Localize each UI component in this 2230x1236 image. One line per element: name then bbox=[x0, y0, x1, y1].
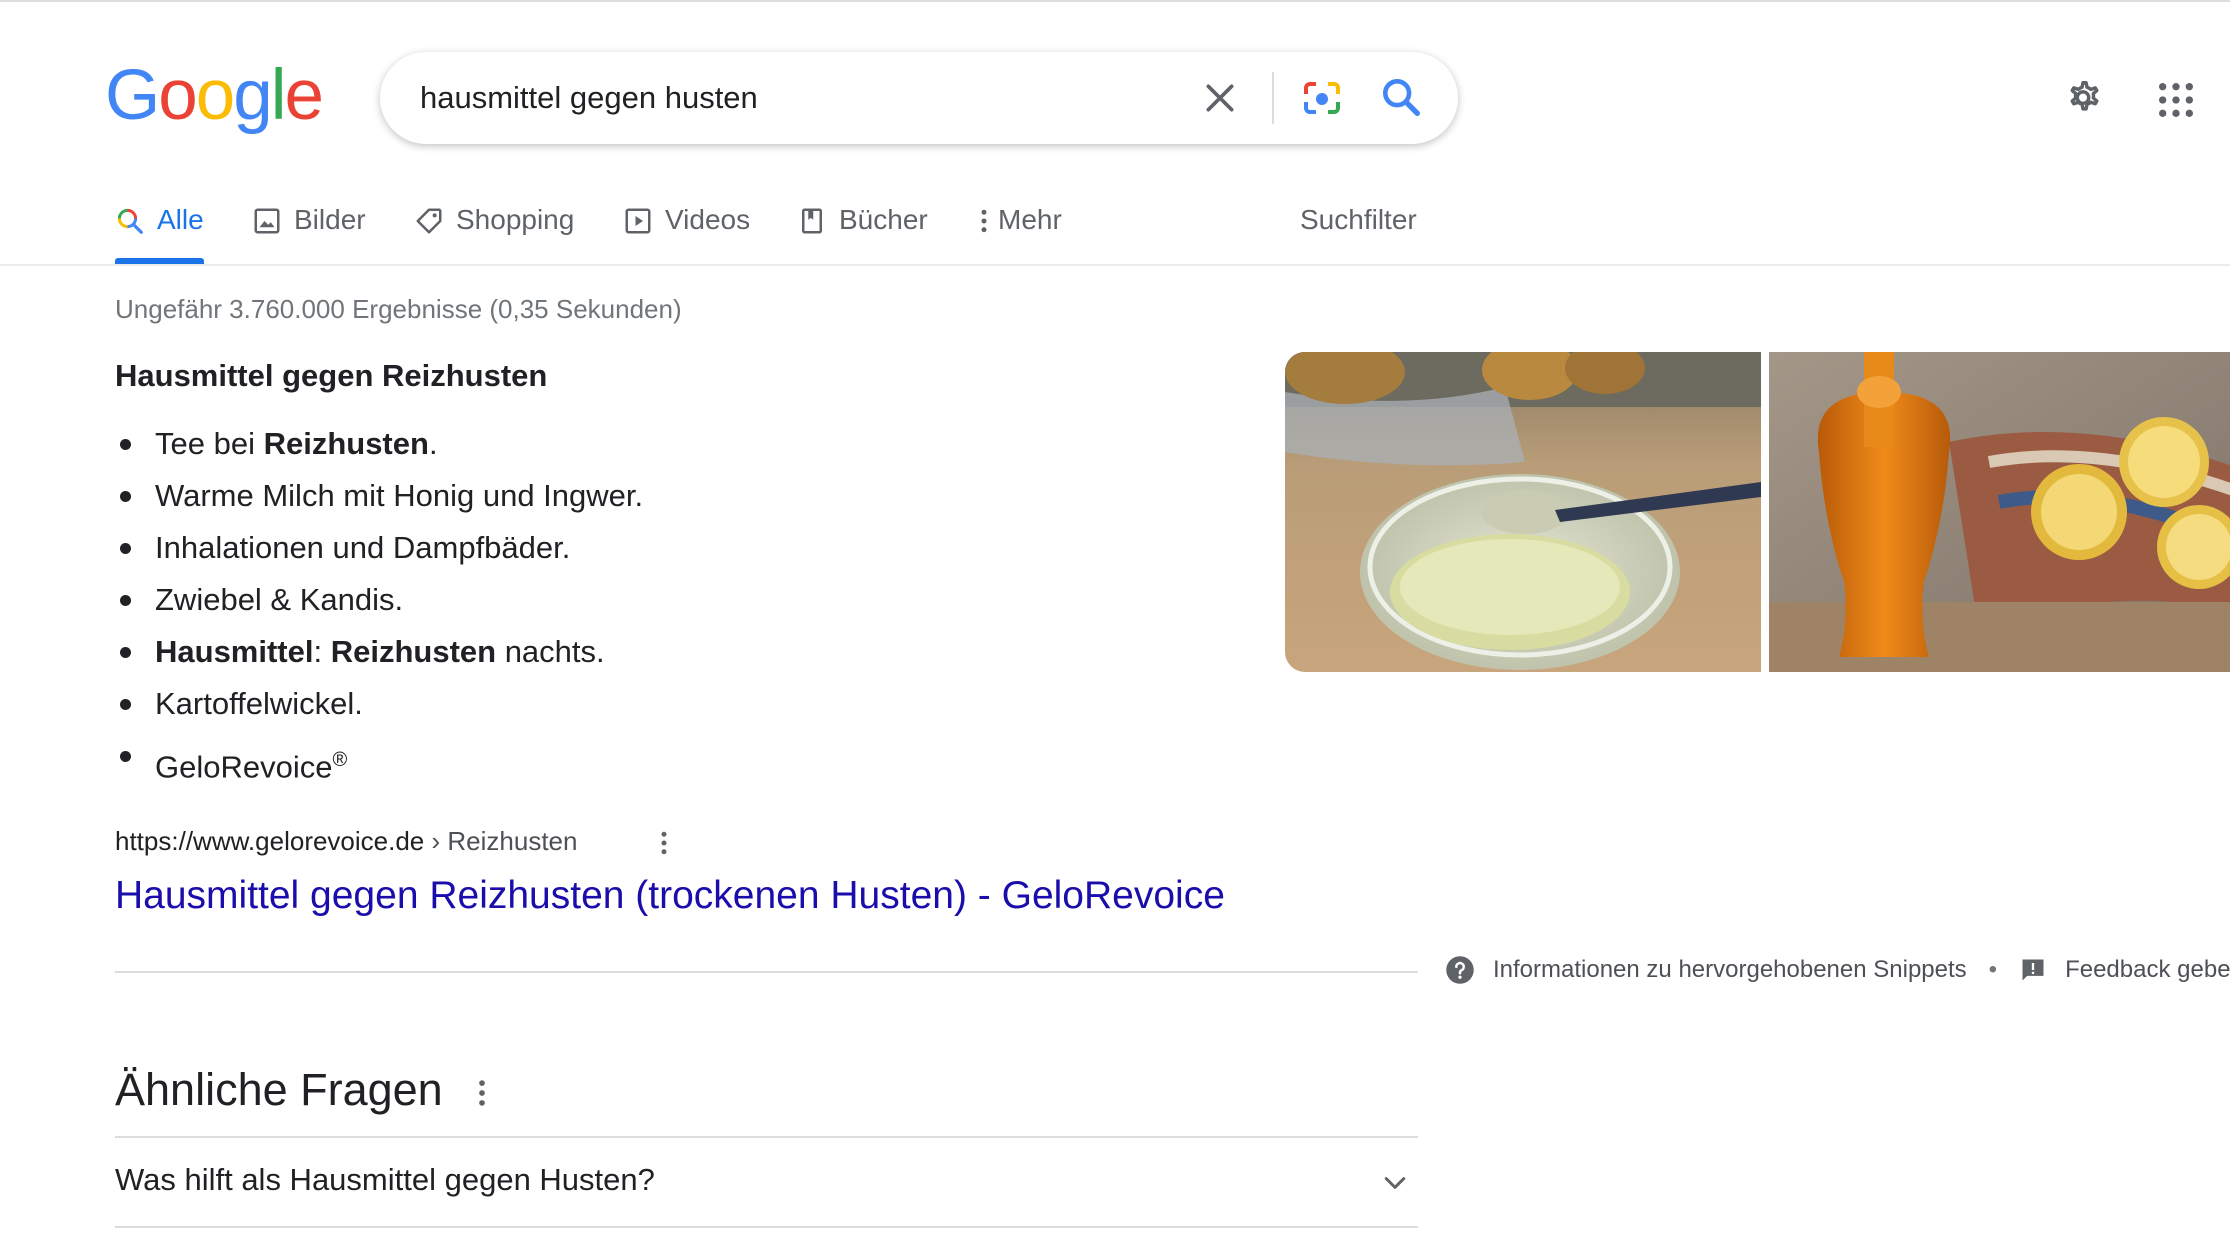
list-item: GeloRevoice® bbox=[115, 730, 643, 790]
tag-icon bbox=[416, 208, 442, 234]
question-divider bbox=[115, 1136, 1418, 1138]
list-item-bold: Reizhusten bbox=[263, 426, 429, 461]
result-url[interactable]: https://www.gelorevoice.de › Reizhusten bbox=[115, 826, 577, 857]
tab-all[interactable]: Alle bbox=[115, 204, 204, 262]
clear-search-button[interactable] bbox=[1200, 78, 1240, 118]
close-icon bbox=[1206, 84, 1234, 112]
play-icon bbox=[625, 208, 651, 234]
list-item-text: Kartoffelwickel. bbox=[155, 686, 363, 721]
list-item-bold: Reizhusten bbox=[330, 634, 497, 669]
list-item: Zwiebel & Kandis. bbox=[115, 574, 643, 626]
snippet-image-honey-tea[interactable] bbox=[1769, 352, 2230, 672]
snippet-image-onion-bowl[interactable] bbox=[1285, 352, 1761, 672]
search-divider bbox=[1272, 72, 1274, 124]
list-item-text: : bbox=[313, 634, 331, 669]
search-input[interactable] bbox=[420, 74, 1140, 122]
footer-separator: • bbox=[1988, 956, 1998, 983]
result-options-button[interactable] bbox=[652, 828, 676, 858]
logo-letter: o bbox=[195, 56, 235, 135]
lens-search-button[interactable] bbox=[1298, 74, 1346, 122]
google-logo[interactable]: Google bbox=[105, 56, 324, 135]
logo-letter: o bbox=[158, 56, 197, 135]
feedback-link[interactable]: Feedback geben bbox=[2065, 956, 2230, 984]
list-item-bold: Hausmittel bbox=[155, 634, 314, 669]
tab-label: Alle bbox=[157, 204, 204, 235]
tab-books[interactable]: Bücher bbox=[797, 204, 928, 262]
apps-grid-icon bbox=[2159, 83, 2193, 117]
registered-mark: ® bbox=[332, 749, 348, 771]
book-icon bbox=[802, 208, 822, 234]
tab-videos[interactable]: Videos bbox=[623, 204, 750, 262]
chevron-down-icon bbox=[1384, 1177, 1406, 1189]
tab-label: Bücher bbox=[839, 204, 928, 235]
search-icon bbox=[117, 208, 143, 234]
list-item-text: GeloRevoice bbox=[155, 749, 333, 785]
snippet-heading: Hausmittel gegen Reizhusten bbox=[115, 358, 548, 393]
snippet-list: Tee bei Reizhusten. Warme Milch mit Honi… bbox=[115, 418, 643, 790]
image-icon bbox=[254, 208, 280, 234]
tab-label: Videos bbox=[665, 204, 751, 235]
search-submit-button[interactable] bbox=[1378, 74, 1424, 120]
logo-letter: e bbox=[284, 56, 324, 135]
search-box bbox=[380, 52, 1458, 144]
top-border bbox=[0, 0, 2230, 2]
more-vert-icon bbox=[661, 831, 667, 855]
list-item: Inhalationen und Dampfbäder. bbox=[115, 522, 643, 574]
snippet-footer: Informationen zu hervorgehobenen Snippet… bbox=[1445, 955, 2230, 985]
help-icon[interactable] bbox=[1445, 955, 1475, 985]
question-divider bbox=[115, 1226, 1418, 1228]
search-icon bbox=[1382, 78, 1420, 116]
result-domain: https://www.gelorevoice.de bbox=[115, 826, 425, 856]
tab-label: Shopping bbox=[456, 204, 575, 235]
logo-letter: l bbox=[270, 56, 287, 135]
list-item-text: Zwiebel & Kandis. bbox=[155, 582, 404, 617]
search-tabs: Alle Bilder Shopping Videos Bücher Mehr … bbox=[0, 190, 2230, 265]
snippet-divider bbox=[115, 971, 1418, 973]
more-vert-icon bbox=[981, 209, 987, 233]
tab-shopping[interactable]: Shopping bbox=[414, 204, 574, 262]
related-question[interactable]: Was hilft als Hausmittel gegen Husten? bbox=[115, 1162, 655, 1198]
logo-letter: G bbox=[105, 56, 160, 135]
result-title-link[interactable]: Hausmittel gegen Reizhusten (trockenen H… bbox=[115, 874, 1225, 918]
list-item-text: nachts. bbox=[496, 634, 605, 669]
list-item-text: Warme Milch mit Honig und Ingwer. bbox=[155, 478, 644, 513]
feedback-icon bbox=[2022, 959, 2044, 981]
related-questions-options-button[interactable] bbox=[470, 1076, 494, 1110]
related-questions-heading: Ähnliche Fragen bbox=[115, 1064, 443, 1115]
logo-letter: g bbox=[233, 56, 272, 135]
list-item: Tee bei Reizhusten. bbox=[115, 418, 643, 470]
list-item-text: Inhalationen und Dampfbäder. bbox=[155, 530, 571, 565]
search-tools-label: Suchfilter bbox=[1300, 204, 1417, 235]
list-item: Hausmittel: Reizhusten nachts. bbox=[115, 626, 643, 678]
gear-icon bbox=[2070, 80, 2099, 111]
more-vert-icon bbox=[479, 1080, 485, 1106]
expand-question-button[interactable] bbox=[1380, 1168, 1410, 1198]
tab-label: Bilder bbox=[294, 204, 366, 235]
honey-tea-image bbox=[1769, 352, 2230, 672]
list-item-text: Tee bei bbox=[155, 426, 264, 461]
list-item: Warme Milch mit Honig und Ingwer. bbox=[115, 470, 643, 522]
result-breadcrumb: › Reizhusten bbox=[424, 826, 578, 856]
tab-more[interactable]: Mehr bbox=[978, 204, 1062, 262]
tab-images[interactable]: Bilder bbox=[252, 204, 366, 262]
google-apps-button[interactable] bbox=[2156, 80, 2196, 120]
settings-button[interactable] bbox=[2060, 75, 2106, 121]
onion-bowl-image bbox=[1285, 352, 1761, 672]
result-stats: Ungefähr 3.760.000 Ergebnisse (0,35 Seku… bbox=[115, 294, 682, 324]
list-item-text: . bbox=[428, 426, 438, 461]
list-item: Kartoffelwickel. bbox=[115, 678, 643, 730]
tabs-divider bbox=[0, 264, 2230, 266]
tab-label: Mehr bbox=[998, 204, 1062, 235]
snippet-info-link[interactable]: Informationen zu hervorgehobenen Snippet… bbox=[1493, 956, 1967, 984]
search-tools-button[interactable]: Suchfilter bbox=[1300, 204, 1417, 262]
lens-camera-icon bbox=[1304, 82, 1340, 114]
